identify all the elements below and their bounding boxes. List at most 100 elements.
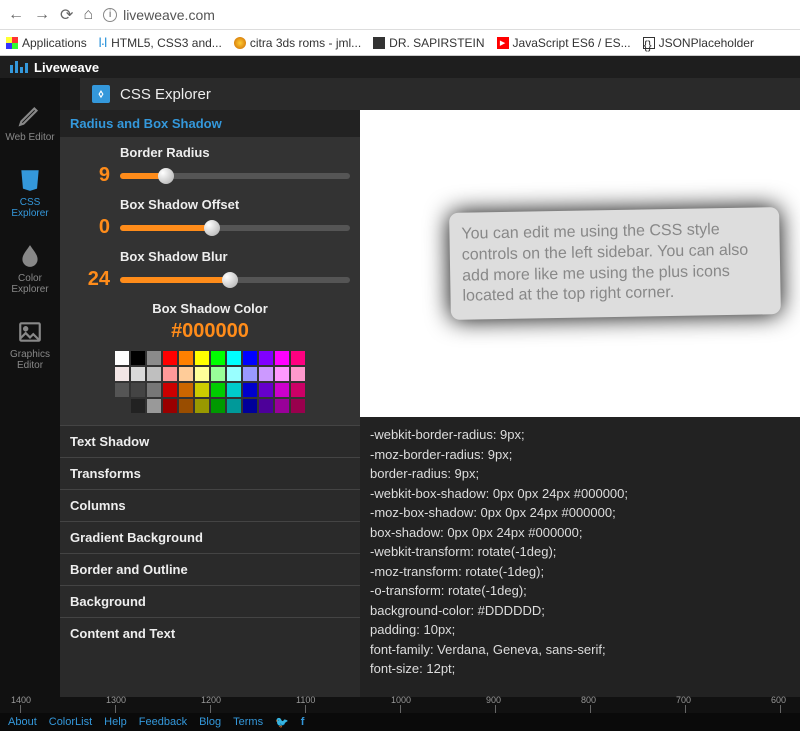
- color-swatch[interactable]: [275, 399, 289, 413]
- section-content-and-text[interactable]: Content and Text: [60, 617, 360, 649]
- color-swatch[interactable]: [131, 399, 145, 413]
- section-background[interactable]: Background: [60, 585, 360, 617]
- color-swatch[interactable]: [291, 367, 305, 381]
- color-swatch[interactable]: [163, 383, 177, 397]
- sidebar-item-graphics-editor[interactable]: Graphics Editor: [0, 315, 60, 375]
- color-swatch[interactable]: [211, 367, 225, 381]
- color-swatch[interactable]: [243, 367, 257, 381]
- color-swatch[interactable]: [147, 399, 161, 413]
- section-body-radius-shadow: Border Radius 9 Box Shadow Offset 0 Box …: [60, 137, 360, 425]
- color-swatch[interactable]: [259, 351, 273, 365]
- bookmark-jsonplaceholder[interactable]: {}JSONPlaceholder: [643, 36, 754, 50]
- color-swatch[interactable]: [291, 399, 305, 413]
- address-bar[interactable]: i liveweave.com: [103, 7, 215, 23]
- twitter-icon[interactable]: 🐦: [275, 716, 289, 729]
- bookmark-jses6[interactable]: ▶JavaScript ES6 / ES...: [497, 36, 631, 50]
- forward-icon[interactable]: →: [34, 6, 50, 24]
- color-swatch[interactable]: [243, 351, 257, 365]
- footer-blog[interactable]: Blog: [199, 716, 221, 728]
- bookmark-applications[interactable]: Applications: [6, 36, 87, 50]
- color-swatch[interactable]: [227, 383, 241, 397]
- address-text: liveweave.com: [123, 7, 215, 23]
- json-icon: {}: [643, 37, 655, 49]
- color-swatch[interactable]: [163, 367, 177, 381]
- slider-track[interactable]: [120, 225, 350, 231]
- color-swatch[interactable]: [227, 367, 241, 381]
- code-line: -webkit-box-shadow: 0px 0px 24px #000000…: [370, 484, 790, 504]
- bookmark-citra[interactable]: citra 3ds roms - jml...: [234, 36, 361, 50]
- color-swatch[interactable]: [147, 351, 161, 365]
- section-columns[interactable]: Columns: [60, 489, 360, 521]
- slider-thumb[interactable]: [222, 272, 238, 288]
- color-swatch[interactable]: [163, 351, 177, 365]
- vertical-sidebar: Web Editor CSS Explorer Color Explorer G…: [0, 78, 60, 697]
- color-swatch[interactable]: [179, 351, 193, 365]
- footer-terms[interactable]: Terms: [233, 716, 263, 728]
- color-swatch[interactable]: [179, 399, 193, 413]
- color-swatch[interactable]: [131, 383, 145, 397]
- info-icon[interactable]: i: [103, 8, 117, 22]
- color-swatch[interactable]: [275, 383, 289, 397]
- section-transforms[interactable]: Transforms: [60, 457, 360, 489]
- right-panel: You can edit me using the CSS style cont…: [360, 110, 800, 697]
- preview-box[interactable]: You can edit me using the CSS style cont…: [449, 207, 781, 320]
- color-swatch[interactable]: [227, 351, 241, 365]
- color-swatch[interactable]: [259, 367, 273, 381]
- color-swatch[interactable]: [195, 383, 209, 397]
- slider-thumb[interactable]: [158, 168, 174, 184]
- color-swatch[interactable]: [115, 383, 129, 397]
- image-icon: [17, 319, 43, 345]
- color-swatch[interactable]: [291, 383, 305, 397]
- section-border-and-outline[interactable]: Border and Outline: [60, 553, 360, 585]
- facebook-icon[interactable]: f: [301, 716, 305, 728]
- color-swatch[interactable]: [115, 399, 129, 413]
- color-swatch[interactable]: [131, 367, 145, 381]
- back-icon[interactable]: ←: [8, 6, 24, 24]
- footer-help[interactable]: Help: [104, 716, 127, 728]
- color-swatch[interactable]: [131, 351, 145, 365]
- color-swatch[interactable]: [195, 399, 209, 413]
- color-swatch[interactable]: [211, 399, 225, 413]
- sidebar-item-css-explorer[interactable]: CSS Explorer: [0, 163, 60, 223]
- sidebar-item-color-explorer[interactable]: Color Explorer: [0, 239, 60, 299]
- apps-icon: [6, 37, 18, 49]
- code-line: font-family: Verdana, Geneva, sans-serif…: [370, 640, 790, 660]
- color-swatches: [70, 351, 350, 413]
- color-swatch[interactable]: [259, 383, 273, 397]
- footer-feedback[interactable]: Feedback: [139, 716, 187, 728]
- color-swatch[interactable]: [147, 367, 161, 381]
- color-swatch[interactable]: [275, 367, 289, 381]
- reload-icon[interactable]: ⟳: [60, 5, 73, 25]
- slider-track[interactable]: [120, 277, 350, 283]
- section-text-shadow[interactable]: Text Shadow: [60, 425, 360, 457]
- color-swatch[interactable]: [195, 367, 209, 381]
- color-swatch[interactable]: [291, 351, 305, 365]
- color-swatch[interactable]: [227, 399, 241, 413]
- slider-track[interactable]: [120, 173, 350, 179]
- color-swatch[interactable]: [115, 367, 129, 381]
- section-header-radius-shadow[interactable]: Radius and Box Shadow: [60, 110, 360, 137]
- color-swatch[interactable]: [259, 399, 273, 413]
- home-icon[interactable]: ⌂: [83, 6, 93, 24]
- slider-thumb[interactable]: [204, 220, 220, 236]
- bookmark-sapirstein[interactable]: DR. SAPIRSTEIN: [373, 36, 484, 50]
- section-gradient-background[interactable]: Gradient Background: [60, 521, 360, 553]
- color-swatch[interactable]: [243, 383, 257, 397]
- color-swatch[interactable]: [163, 399, 177, 413]
- code-output[interactable]: -webkit-border-radius: 9px;-moz-border-r…: [360, 417, 800, 697]
- color-swatch[interactable]: [195, 351, 209, 365]
- footer-colorlist[interactable]: ColorList: [49, 716, 92, 728]
- color-swatch[interactable]: [211, 383, 225, 397]
- footer-about[interactable]: About: [8, 716, 37, 728]
- color-swatch[interactable]: [147, 383, 161, 397]
- color-swatch[interactable]: [115, 351, 129, 365]
- color-swatch[interactable]: [275, 351, 289, 365]
- sidebar-item-web-editor[interactable]: Web Editor: [1, 98, 58, 147]
- color-swatch[interactable]: [179, 367, 193, 381]
- color-swatch[interactable]: [211, 351, 225, 365]
- slider-value: 9: [70, 164, 110, 187]
- color-swatch[interactable]: [179, 383, 193, 397]
- bookmark-html5[interactable]: |.|HTML5, CSS3 and...: [99, 36, 222, 50]
- app-logo[interactable]: Liveweave: [10, 60, 99, 75]
- color-swatch[interactable]: [243, 399, 257, 413]
